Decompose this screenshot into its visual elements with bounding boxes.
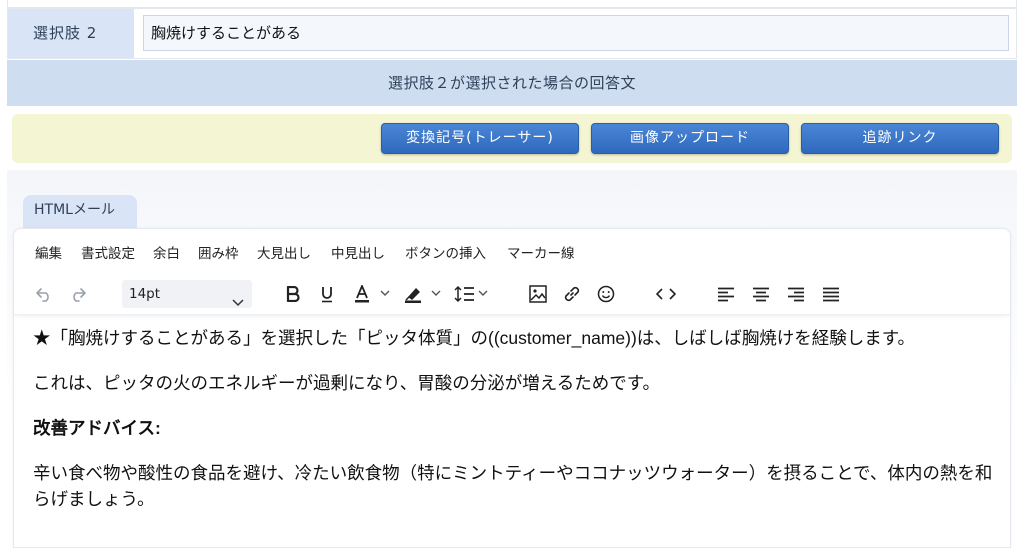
- button-bar: 変換記号(トレーサー) 画像アップロード 追跡リンク: [12, 114, 1012, 163]
- choice-label: 選択肢 2: [8, 9, 134, 58]
- text-color-icon[interactable]: [352, 280, 394, 308]
- image-icon[interactable]: [526, 280, 550, 308]
- font-size-value: 14pt: [129, 286, 161, 302]
- code-icon[interactable]: [654, 280, 678, 308]
- menu-medium-heading[interactable]: 中見出し: [331, 242, 385, 262]
- highlight-icon[interactable]: [402, 280, 446, 308]
- editor-area: HTMLメール 編集 書式設定 余白 囲み枠 大見出し 中見出し ボタンの挿入 …: [7, 170, 1017, 548]
- emoji-icon[interactable]: [594, 280, 618, 308]
- underline-icon[interactable]: [316, 280, 338, 308]
- advice-heading: 改善アドバイス:: [33, 418, 161, 438]
- menu-marker-line[interactable]: マーカー線: [507, 242, 575, 262]
- line-height-icon[interactable]: [452, 280, 496, 308]
- redo-icon[interactable]: [66, 280, 90, 308]
- menu-border-box[interactable]: 囲み枠: [198, 242, 239, 262]
- editor-toolbar: 14pt: [14, 273, 1010, 315]
- align-left-icon[interactable]: [714, 280, 738, 308]
- menu-edit[interactable]: 編集: [35, 242, 62, 262]
- undo-icon[interactable]: [32, 280, 56, 308]
- tracer-symbol-button[interactable]: 変換記号(トレーサー): [381, 123, 579, 154]
- editor-content[interactable]: ★「胸焼けすることがある」を選択した「ピッタ体質」の((customer_nam…: [33, 325, 993, 531]
- chevron-down-icon: [232, 289, 244, 317]
- align-right-icon[interactable]: [784, 280, 808, 308]
- editor-menubar: 編集 書式設定 余白 囲み枠 大見出し 中見出し ボタンの挿入 マーカー線: [14, 229, 1010, 273]
- content-paragraph: ★「胸焼けすることがある」を選択した「ピッタ体質」の((customer_nam…: [33, 328, 916, 348]
- rich-text-editor: 編集 書式設定 余白 囲み枠 大見出し 中見出し ボタンの挿入 マーカー線 14…: [13, 228, 1011, 548]
- choice-row: 選択肢 2 胸焼けすることがある: [7, 8, 1017, 59]
- menu-margin[interactable]: 余白: [153, 242, 180, 262]
- font-size-select[interactable]: 14pt: [122, 280, 252, 308]
- link-icon[interactable]: [560, 280, 584, 308]
- content-paragraph: これは、ピッタの火のエネルギーが過剰になり、胃酸の分泌が増えるためです。: [33, 373, 661, 393]
- menu-insert-button[interactable]: ボタンの挿入: [405, 242, 486, 262]
- menu-format[interactable]: 書式設定: [81, 242, 135, 262]
- answer-header: 選択肢２が選択された場合の回答文: [7, 60, 1017, 106]
- align-justify-icon[interactable]: [819, 280, 843, 308]
- bold-icon[interactable]: [282, 280, 304, 308]
- image-upload-button[interactable]: 画像アップロード: [591, 123, 789, 154]
- align-center-icon[interactable]: [749, 280, 773, 308]
- content-paragraph: 辛い食べ物や酸性の食品を避け、冷たい飲食物（特にミントティーやココナッツウォータ…: [33, 463, 993, 509]
- tab-html-mail[interactable]: HTMLメール: [23, 195, 137, 228]
- tracking-link-button[interactable]: 追跡リンク: [801, 123, 999, 154]
- top-strip: [7, 0, 1017, 8]
- menu-large-heading[interactable]: 大見出し: [257, 242, 311, 262]
- choice-input[interactable]: 胸焼けすることがある: [143, 15, 1009, 51]
